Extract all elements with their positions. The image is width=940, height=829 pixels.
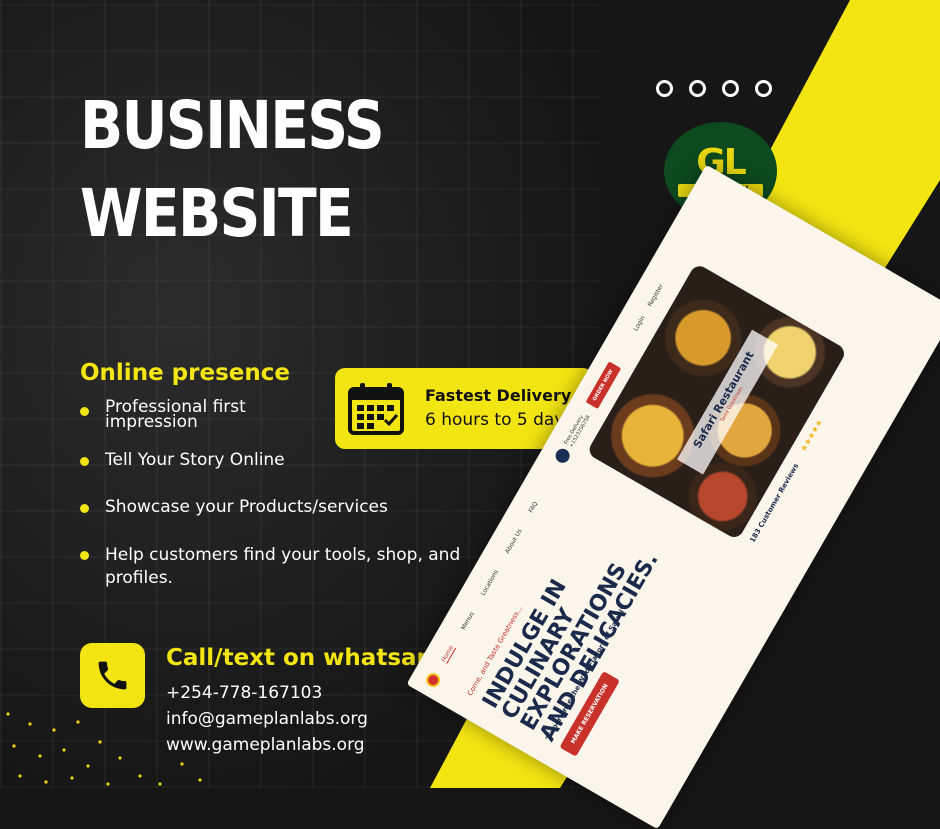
feature-text: Showcase your Products/services <box>105 497 388 517</box>
restaurant-logo-icon <box>423 670 443 690</box>
food-hero-image: Safari Restaurant Taste Greatness <box>586 262 848 541</box>
delivery-subtitle: 6 hours to 5 days <box>425 410 574 430</box>
restaurant-banner: Safari Restaurant Taste Greatness <box>677 329 779 475</box>
decorative-dots <box>6 712 202 786</box>
banner-title: Safari Restaurant <box>690 349 757 451</box>
delivery-icon <box>552 446 572 466</box>
features-title: Online presence <box>80 360 290 386</box>
phone-icon <box>98 661 127 690</box>
headline-line-2: WEBSITE <box>80 175 354 252</box>
mockup-nav-faq[interactable]: FAQ <box>527 500 539 514</box>
feature-text: Help customers find your tools, shop, an… <box>105 545 461 588</box>
mockup-nav-locations[interactable]: Locations <box>479 568 499 596</box>
contact-title: Call/text on whatsapp <box>166 645 450 671</box>
free-delivery-text: Free Delivery +1523256758 <box>563 414 592 449</box>
decorative-circles <box>656 80 772 97</box>
bullet-icon <box>80 551 89 560</box>
delivery-title: Fastest Delivery <box>425 386 572 405</box>
bullet-icon <box>80 504 89 513</box>
list-item: Help customers find your tools, shop, an… <box>80 544 465 590</box>
list-item: Showcase your Products/services <box>80 497 388 517</box>
circle-icon <box>689 80 706 97</box>
banner-sub: Taste Greatness <box>719 385 745 424</box>
bullet-icon <box>80 407 89 416</box>
register-link[interactable]: Register <box>646 283 664 308</box>
free-delivery-info: Free Delivery +1523256758 <box>552 411 593 466</box>
mockup-nav-about[interactable]: About Us <box>504 528 524 555</box>
headline-line-1: BUSINESS <box>80 87 385 164</box>
circle-icon <box>656 80 673 97</box>
list-item: Tell Your Story Online <box>80 450 285 470</box>
bullet-icon <box>80 457 89 466</box>
calendar-icon <box>348 383 404 435</box>
feature-text: Tell Your Story Online <box>105 450 285 470</box>
phone-icon-box <box>80 643 145 708</box>
mockup-nav-home[interactable]: Home <box>440 644 456 664</box>
circle-icon <box>755 80 772 97</box>
feature-text: Professional first impression <box>105 397 246 432</box>
mockup-nav-menus[interactable]: Menus <box>459 611 475 631</box>
headline: BUSINESS WEBSITE <box>80 82 385 258</box>
circle-icon <box>722 80 739 97</box>
login-link[interactable]: Login <box>632 315 646 333</box>
list-item: Professional first impression <box>80 397 305 432</box>
